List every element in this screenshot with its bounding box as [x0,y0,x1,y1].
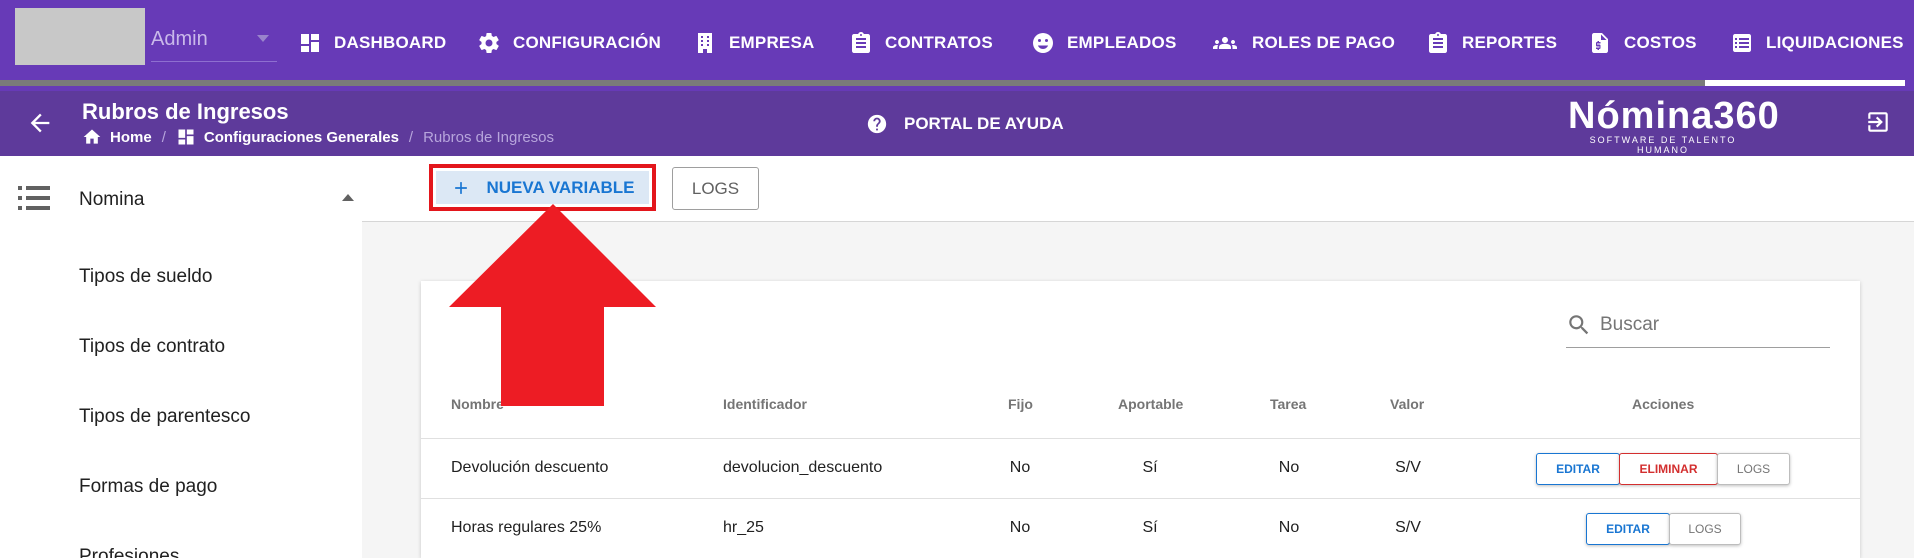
search-icon [1569,315,1589,335]
nav-dashboard[interactable]: DASHBOARD [298,26,446,60]
sidebar-item-profesiones[interactable]: Profesiones [79,546,179,558]
sidebar-section-label: Nomina [79,189,145,210]
face-icon [1033,33,1053,53]
table-divider [421,438,1860,439]
clipboard-icon [1429,32,1447,53]
column-header-fijo[interactable]: Fijo [1008,396,1033,412]
nav-contratos[interactable]: CONTRATOS [849,26,993,60]
sidebar-item-formas-de-pago[interactable]: Formas de pago [79,476,217,498]
nav-reportes-label: REPORTES [1462,33,1558,52]
nav-reportes[interactable]: REPORTES [1426,26,1557,60]
breadcrumb-home-label: Home [110,128,152,146]
nav-empleados-label: EMPLEADOS [1067,33,1177,52]
clipboard-icon [852,32,870,53]
brand-tagline: SOFTWARE DE TALENTO HUMANO [1589,135,1737,155]
gear-icon [479,33,499,54]
dashboard-icon [178,129,194,145]
page-title: Rubros de Ingresos [82,99,289,124]
back-button[interactable] [26,109,54,137]
cell-identificador: hr_25 [723,519,764,536]
top-navbar: Admin DASHBOARD CONFIGURACIÓN EMPRESA CO… [0,0,1914,91]
table-divider [421,498,1860,499]
home-icon [83,129,101,144]
cell-identificador: devolucion_descuento [723,459,883,476]
help-icon [867,114,887,134]
cell-aportable: Sí [1142,459,1158,476]
column-header-acciones: Acciones [1632,396,1695,412]
breadcrumb-current: Rubros de Ingresos [423,128,554,146]
search-input[interactable] [1600,310,1826,340]
nav-dashboard-label: DASHBOARD [334,33,447,52]
column-header-valor[interactable]: Valor [1390,396,1424,412]
logs-button[interactable]: LOGS [672,167,759,210]
sidebar-item-tipos-de-contrato[interactable]: Tipos de contrato [79,336,225,358]
user-select-label: Admin [151,28,208,50]
row-logs-button[interactable]: LOGS [1669,513,1741,545]
help-portal-label: PORTAL DE AYUDA [904,114,1064,133]
sidebar-section-nomina[interactable]: Nomina [0,156,362,240]
cell-tarea: No [1278,459,1300,476]
building-icon [698,33,712,53]
cell-valor: S/V [1395,519,1421,536]
delete-button[interactable]: ELIMINAR [1619,453,1718,485]
help-portal-link[interactable]: PORTAL DE AYUDA [866,113,1064,135]
nav-empresa[interactable]: EMPRESA [693,26,814,60]
chevron-up-icon [342,194,354,201]
nav-empleados[interactable]: EMPLEADOS [1031,26,1176,60]
column-header-identificador[interactable]: Identificador [723,396,807,412]
cell-fijo: No [1009,519,1031,536]
sidebar: Nomina Tipos de sueldo Tipos de contrato… [0,156,362,558]
dashboard-icon [301,34,319,52]
edit-button[interactable]: EDITAR [1586,513,1670,545]
list-icon [1733,34,1751,52]
page-header: Rubros de Ingresos Home / Configuracione… [0,91,1914,156]
breadcrumb-separator: / [408,128,414,146]
column-header-aportable[interactable]: Aportable [1118,396,1183,412]
nav-configuracion[interactable]: CONFIGURACIÓN [477,26,661,60]
list-icon [18,184,50,217]
nav-active-indicator-track [0,80,1905,86]
nav-costos[interactable]: COSTOS [1588,26,1697,60]
row-logs-button[interactable]: LOGS [1717,453,1790,485]
breadcrumb-home[interactable]: Home [82,127,152,147]
breadcrumb-separator: / [161,128,166,146]
nav-configuracion-label: CONFIGURACIÓN [513,33,662,52]
cell-fijo: No [1009,459,1031,476]
search-field[interactable] [1566,308,1830,348]
sidebar-item-tipos-de-parentesco[interactable]: Tipos de parentesco [79,406,250,428]
invoice-icon [1592,33,1608,53]
chevron-down-icon [257,35,269,42]
cell-aportable: Sí [1142,519,1158,536]
breadcrumb-configuraciones-label: Configuraciones Generales [203,128,399,146]
cell-nombre: Devolución descuento [451,459,609,476]
nav-costos-label: COSTOS [1624,33,1697,52]
cell-valor: S/V [1395,459,1421,476]
column-header-tarea[interactable]: Tarea [1270,396,1306,412]
arrow-left-icon [30,113,50,133]
breadcrumb-configuraciones[interactable]: Configuraciones Generales [176,127,399,147]
logout-button[interactable] [1865,109,1893,137]
nav-contratos-label: CONTRATOS [885,33,993,52]
company-logo [15,8,145,65]
brand-name: Nómina360 [1568,95,1780,137]
user-select[interactable]: Admin [151,16,277,62]
edit-button[interactable]: EDITAR [1536,453,1620,485]
cell-tarea: No [1278,519,1300,536]
nav-active-indicator [1705,80,1905,86]
brand-logo: Nómina360 SOFTWARE DE TALENTO HUMANO [1568,95,1780,155]
people-icon [1213,37,1237,49]
cell-nombre: Horas regulares 25% [451,519,602,536]
nav-roles-de-pago[interactable]: ROLES DE PAGO [1210,26,1395,60]
sidebar-item-tipos-de-sueldo[interactable]: Tipos de sueldo [79,266,212,288]
nav-empresa-label: EMPRESA [729,33,815,52]
logout-icon [1868,112,1888,132]
nav-liquidaciones-label: LIQUIDACIONES [1766,33,1904,52]
breadcrumb: Home / Configuraciones Generales / Rubro… [82,127,554,147]
nav-liquidaciones[interactable]: LIQUIDACIONES [1730,26,1904,60]
annotation-arrow-icon [449,204,656,406]
nav-roles-de-pago-label: ROLES DE PAGO [1252,33,1396,52]
